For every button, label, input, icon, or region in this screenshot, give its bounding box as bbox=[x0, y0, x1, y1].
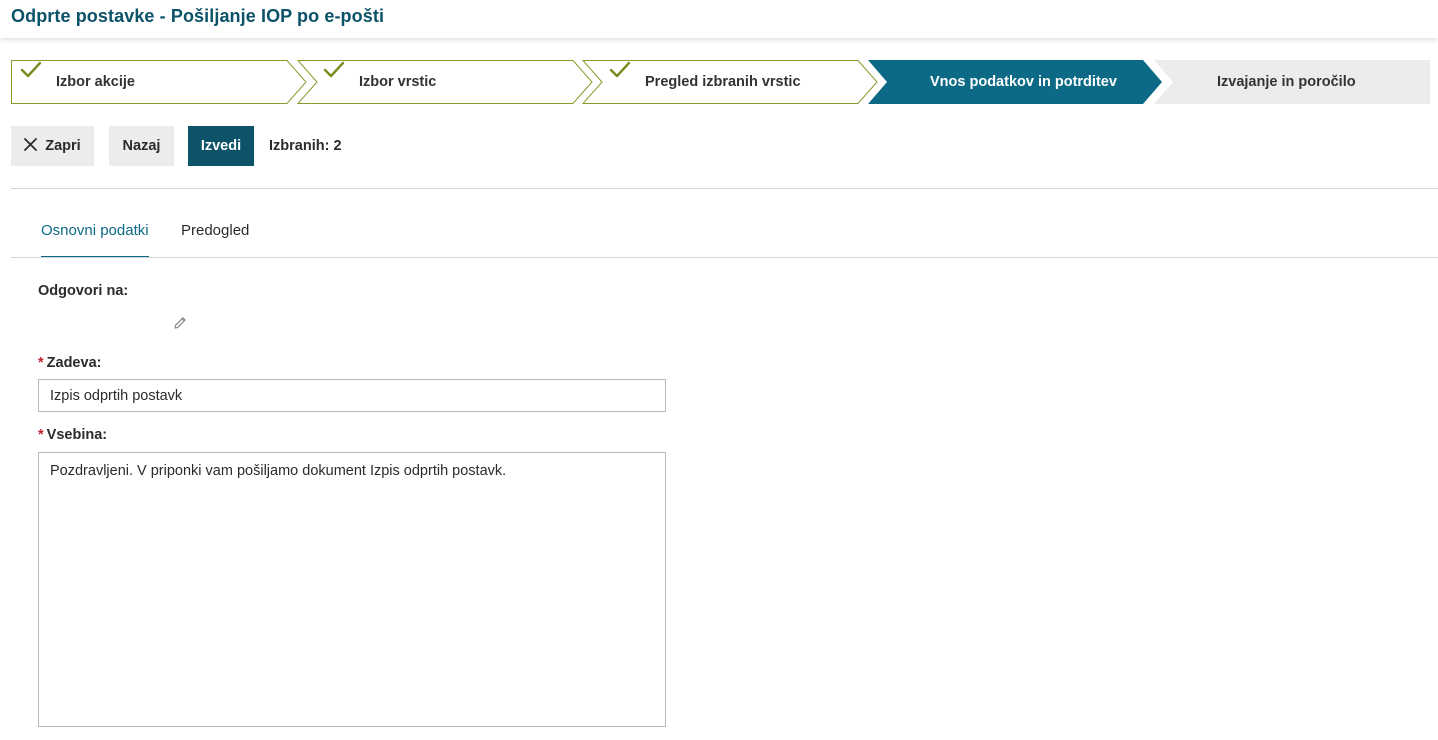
wizard-steps: Izbor akcije Izbor vrstic Pregled izbran… bbox=[11, 60, 1430, 104]
wizard-step-4-label: Vnos podatkov in potrditev bbox=[930, 74, 1117, 90]
close-icon bbox=[24, 138, 38, 152]
toolbar-divider bbox=[11, 188, 1438, 189]
content-label: * Vsebina: bbox=[38, 427, 107, 443]
subject-input[interactable] bbox=[38, 379, 666, 412]
wizard-step-2-label: Izbor vrstic bbox=[359, 74, 437, 90]
wizard-step-1-label: Izbor akcije bbox=[56, 74, 135, 90]
wizard-step-5-label: Izvajanje in poročilo bbox=[1217, 74, 1356, 90]
back-button-label: Nazaj bbox=[122, 138, 161, 154]
selected-count: Izbranih: 2 bbox=[269, 138, 342, 154]
top-bar: Odprte postavke - Pošiljanje IOP po e-po… bbox=[0, 0, 1438, 38]
subject-label: * Zadeva: bbox=[38, 355, 101, 371]
tab-preview[interactable]: Predogled bbox=[181, 222, 249, 258]
back-button[interactable]: Nazaj bbox=[109, 126, 174, 166]
reply-to-label: Odgovori na: bbox=[38, 283, 129, 299]
execute-button-label: Izvedi bbox=[200, 138, 242, 154]
tabs-divider bbox=[11, 257, 1438, 258]
close-button-label: Zapri bbox=[45, 138, 81, 154]
content-label-text: Vsebina: bbox=[46, 427, 108, 443]
check-icon bbox=[323, 61, 345, 78]
subject-label-text: Zadeva: bbox=[46, 355, 102, 371]
wizard-step-3-label: Pregled izbranih vrstic bbox=[645, 74, 801, 90]
execute-button[interactable]: Izvedi bbox=[188, 126, 254, 166]
close-button[interactable]: Zapri bbox=[11, 126, 94, 166]
pencil-icon[interactable] bbox=[172, 315, 188, 331]
check-icon bbox=[20, 61, 42, 78]
content-textarea[interactable]: Pozdravljeni. V priponki vam pošiljamo d… bbox=[38, 452, 666, 727]
check-icon bbox=[609, 61, 631, 78]
required-mark: * bbox=[38, 355, 44, 371]
tab-basic-data[interactable]: Osnovni podatki bbox=[41, 222, 149, 258]
required-mark: * bbox=[38, 427, 44, 443]
page-title: Odprte postavke - Pošiljanje IOP po e-po… bbox=[11, 6, 385, 26]
